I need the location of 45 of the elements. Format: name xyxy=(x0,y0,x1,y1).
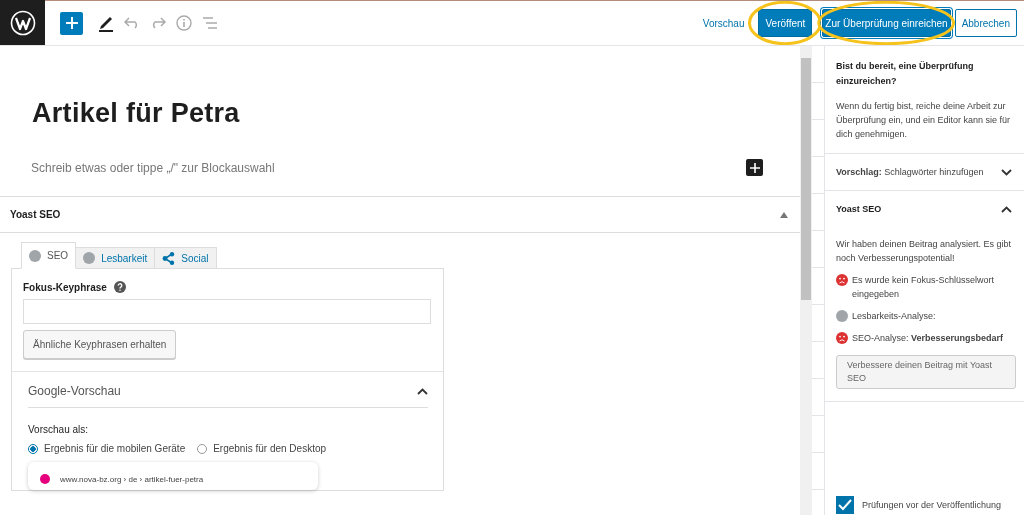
analysis-result: Es wurde kein Fokus-Schlüsselwort eingegeben xyxy=(852,274,996,301)
status-dot-icon xyxy=(29,249,41,262)
radio-label[interactable]: Ergebnis für den Desktop xyxy=(213,443,327,454)
preview-as-label: Vorschau als: xyxy=(28,424,90,435)
panel-tab[interactable]: Social xyxy=(154,247,217,269)
add-block-button[interactable] xyxy=(746,159,763,176)
radio-button[interactable] xyxy=(28,443,38,454)
related-keyphrases-button[interactable]: Ähnliche Keyphrasen erhalten xyxy=(23,330,177,359)
sidebar-text: Wenn du fertig bist, reiche deine Arbeit zur Überprüfung ein, und ein Editor kann sie für dich genehmigen. xyxy=(836,100,1012,141)
wordpress-logo[interactable] xyxy=(0,0,45,45)
preview-url: www.nova-bz.org › de › artikel-fuer-petra xyxy=(60,474,204,484)
section-title[interactable]: Yoast SEO xyxy=(836,204,882,214)
chevron-icon[interactable] xyxy=(417,387,428,395)
post-title[interactable]: Artikel für Petra xyxy=(32,98,800,129)
status-dot-icon xyxy=(83,252,96,264)
improve-post-button[interactable]: Verbessere deinen Beitrag mit Yoast SEO xyxy=(836,355,1016,389)
plus-icon xyxy=(64,16,79,30)
analysis-result: Lesbarkeits-Analyse: xyxy=(852,310,936,323)
field-label: Fokus-Keyphrase xyxy=(23,281,107,293)
suggestion-text[interactable]: Vorschlag: Schlagwörter hinzufügen xyxy=(836,167,984,177)
collapse-icon[interactable] xyxy=(780,211,788,218)
pencil-icon[interactable] xyxy=(98,14,114,32)
checkbox-label[interactable]: Prüfungen vor der Veröffentlichung xyxy=(862,500,1001,510)
chevron-icon[interactable] xyxy=(1001,205,1012,213)
analysis-result: SEO-Analyse: Verbesserungsbedarf xyxy=(852,332,1004,345)
publish-button[interactable]: Veröffent xyxy=(758,9,813,37)
sidebar-heading: Bist du bereit, eine Überprüfung einzureichen? xyxy=(836,60,975,88)
radio-button[interactable] xyxy=(197,443,208,454)
cancel-button[interactable]: Abbrechen xyxy=(954,9,1017,37)
panel-title: Yoast SEO xyxy=(10,209,61,220)
keyphrase-input[interactable] xyxy=(23,299,431,324)
preview-link[interactable]: Vorschau xyxy=(702,17,745,29)
radio-label[interactable]: Ergebnis für die mobilen Geräte xyxy=(44,443,186,454)
panel-tab[interactable]: SEO xyxy=(21,242,77,269)
section-title[interactable]: Google-Vorschau xyxy=(28,384,121,398)
chevron-icon[interactable] xyxy=(1001,168,1012,176)
analysis-summary: Wir haben deinen Beitrag analysiert. Es gibt noch Verbesserungspotential! xyxy=(836,238,1012,265)
block-placeholder[interactable]: Schreib etwas oder tippe „/" zur Blockauswahl xyxy=(31,160,275,175)
panel-tab[interactable]: Lesbarkeit xyxy=(75,247,156,269)
submit-review-button[interactable]: Zur Überprüfung einreichen xyxy=(822,9,951,37)
checkbox[interactable] xyxy=(836,496,854,514)
favicon-icon xyxy=(40,474,50,484)
scrollbar[interactable] xyxy=(800,46,812,515)
help-icon[interactable] xyxy=(113,281,126,293)
share-icon xyxy=(162,251,176,265)
